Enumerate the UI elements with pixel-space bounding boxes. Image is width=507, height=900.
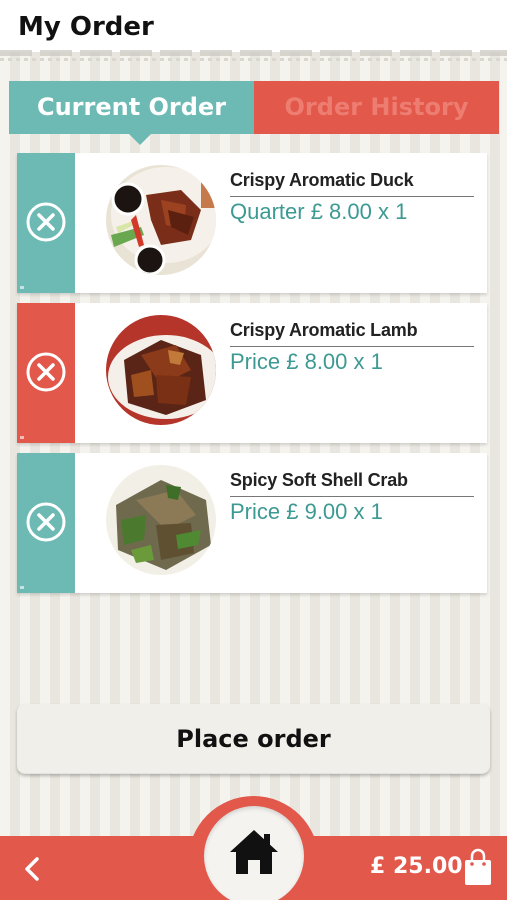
remove-item-button[interactable] [17,303,75,443]
food-photo-duck [106,165,216,275]
food-photo-crab [106,465,216,575]
order-item: Crispy Aromatic Lamb Price £ 8.00 x 1 [17,303,487,443]
order-item: Spicy Soft Shell Crab Price £ 9.00 x 1 [17,453,487,593]
item-price: Price £ 8.00 x 1 [230,349,383,374]
side-marker [20,436,24,439]
remove-item-button[interactable] [17,153,75,293]
food-photo-lamb [106,315,216,425]
remove-circle-x-icon [26,502,66,542]
side-marker [20,286,24,289]
remove-circle-x-icon [26,352,66,392]
active-tab-pointer [128,133,152,145]
remove-circle-x-icon [26,202,66,242]
home-button[interactable] [204,806,304,900]
order-tabs: Current Order Order History [9,81,499,145]
item-price: Price £ 9.00 x 1 [230,499,383,524]
item-name: Crispy Aromatic Lamb [230,320,474,347]
app-header: My Order [0,0,507,52]
shopping-bag-icon[interactable] [463,848,493,886]
header-divider-dots [0,58,507,61]
home-icon [230,830,278,874]
side-marker [20,586,24,589]
tab-order-history[interactable]: Order History [254,81,499,134]
remove-item-button[interactable] [17,453,75,593]
order-total: £ 25.00 [370,854,463,879]
tab-current-order[interactable]: Current Order [9,81,254,134]
place-order-button[interactable]: Place order [17,704,490,774]
header-divider [0,50,507,56]
item-name: Spicy Soft Shell Crab [230,470,474,497]
page-title: My Order [18,12,154,42]
item-name: Crispy Aromatic Duck [230,170,474,197]
order-item: Crispy Aromatic Duck Quarter £ 8.00 x 1 [17,153,487,293]
chevron-left-icon[interactable] [18,854,48,884]
item-price: Quarter £ 8.00 x 1 [230,199,408,224]
